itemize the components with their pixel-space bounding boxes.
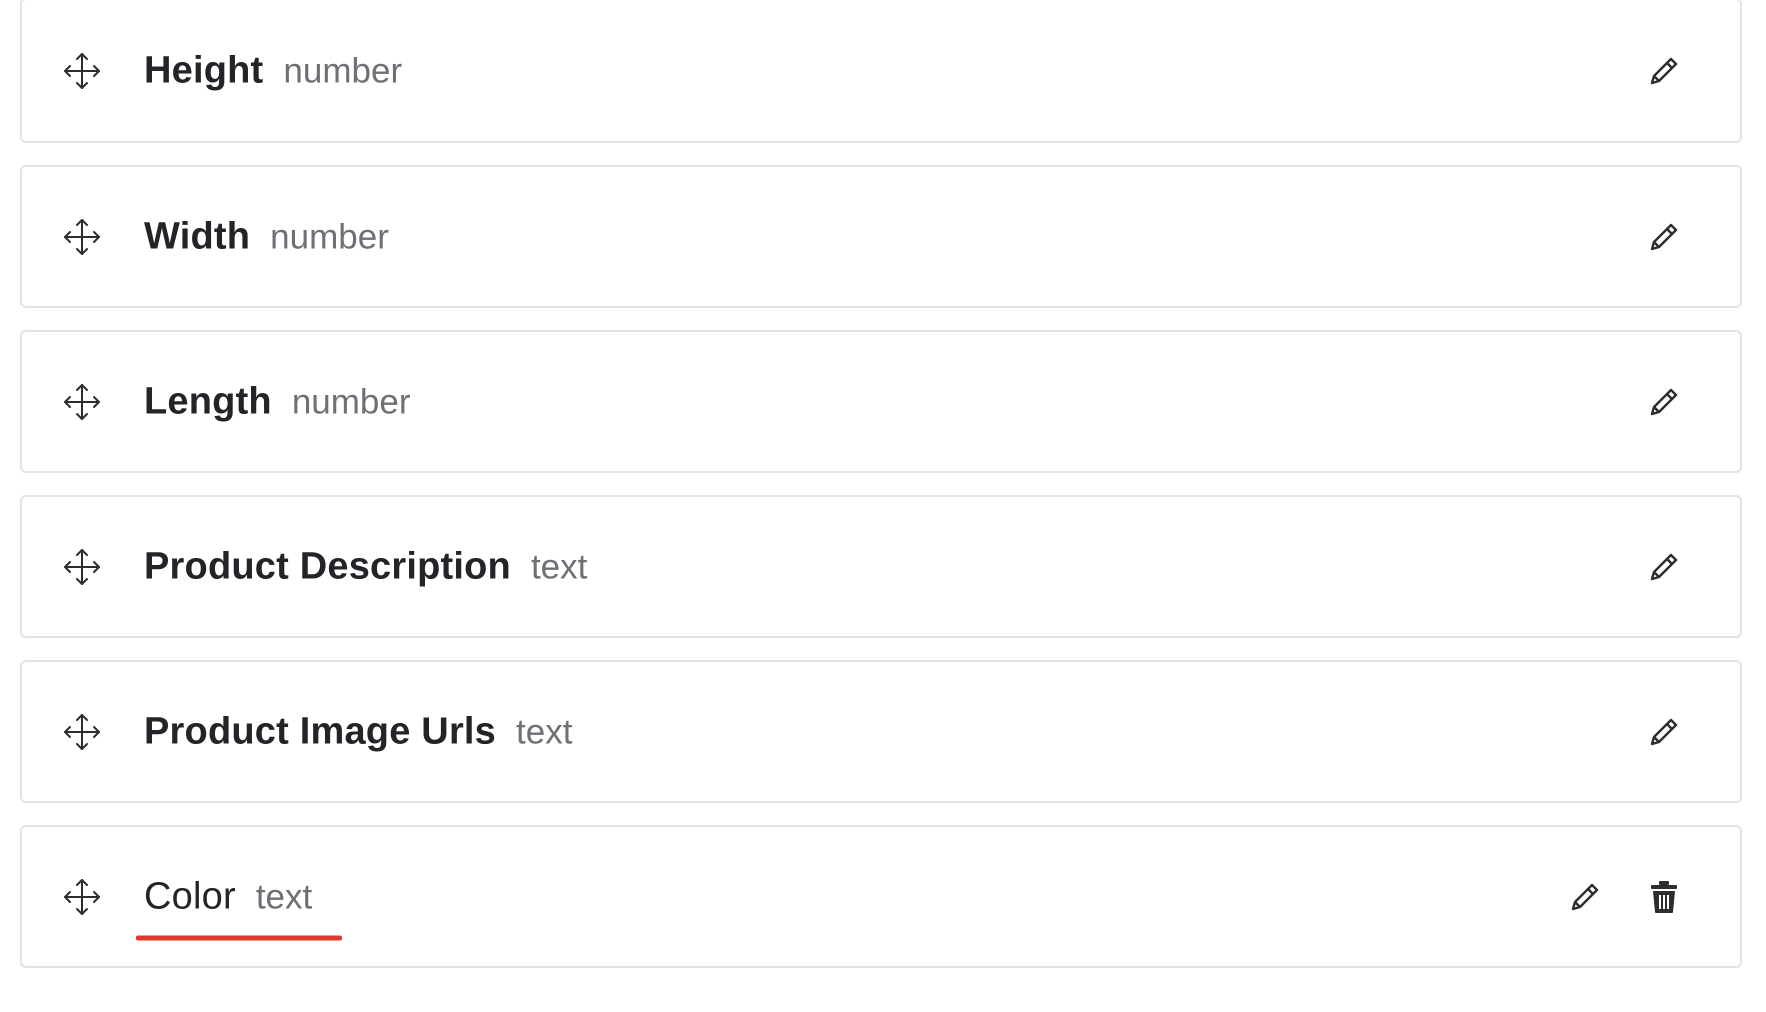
field-type: number [283,51,403,90]
edit-button[interactable] [1563,875,1607,919]
trash-icon [1648,879,1680,915]
field-type: text [530,547,588,586]
field-label: Height number [144,49,402,92]
edit-button[interactable] [1642,545,1686,589]
field-type: number [270,217,389,256]
delete-button[interactable] [1642,875,1686,919]
field-row-height: Height number [20,0,1742,143]
move-arrows-icon[interactable] [60,49,104,93]
pencil-icon [1646,53,1682,89]
field-row-color: Color text [20,825,1742,968]
move-arrows-icon[interactable] [60,215,104,259]
field-row-length: Length number [20,330,1742,473]
pencil-icon [1646,384,1682,420]
field-label: Product Description text [144,545,587,588]
move-arrows-icon[interactable] [60,380,104,424]
field-label: Color text [136,875,342,940]
edit-button[interactable] [1642,380,1686,424]
field-name: Product Description [144,545,511,587]
field-name: Color [144,875,236,917]
highlight-underline [136,935,342,940]
field-name: Width [144,215,251,257]
field-label: Product Image Urls text [144,710,572,753]
edit-button[interactable] [1642,49,1686,93]
pencil-icon [1567,879,1603,915]
field-list: Height number Width number Length number… [20,0,1742,990]
edit-button[interactable] [1642,215,1686,259]
field-type: text [255,877,313,916]
pencil-icon [1646,219,1682,255]
field-label: Width number [144,215,389,258]
field-name: Length [144,380,272,422]
field-type: number [291,382,411,421]
move-arrows-icon[interactable] [60,545,104,589]
field-name: Height [144,49,264,91]
field-row-width: Width number [20,165,1742,308]
field-row-product-image-urls: Product Image Urls text [20,660,1742,803]
move-arrows-icon[interactable] [60,710,104,754]
pencil-icon [1646,549,1682,585]
field-row-product-description: Product Description text [20,495,1742,638]
edit-button[interactable] [1642,710,1686,754]
field-type: text [516,712,573,751]
field-label: Length number [144,380,411,423]
pencil-icon [1646,714,1682,750]
field-name: Product Image Urls [144,710,497,752]
move-arrows-icon[interactable] [60,875,104,919]
